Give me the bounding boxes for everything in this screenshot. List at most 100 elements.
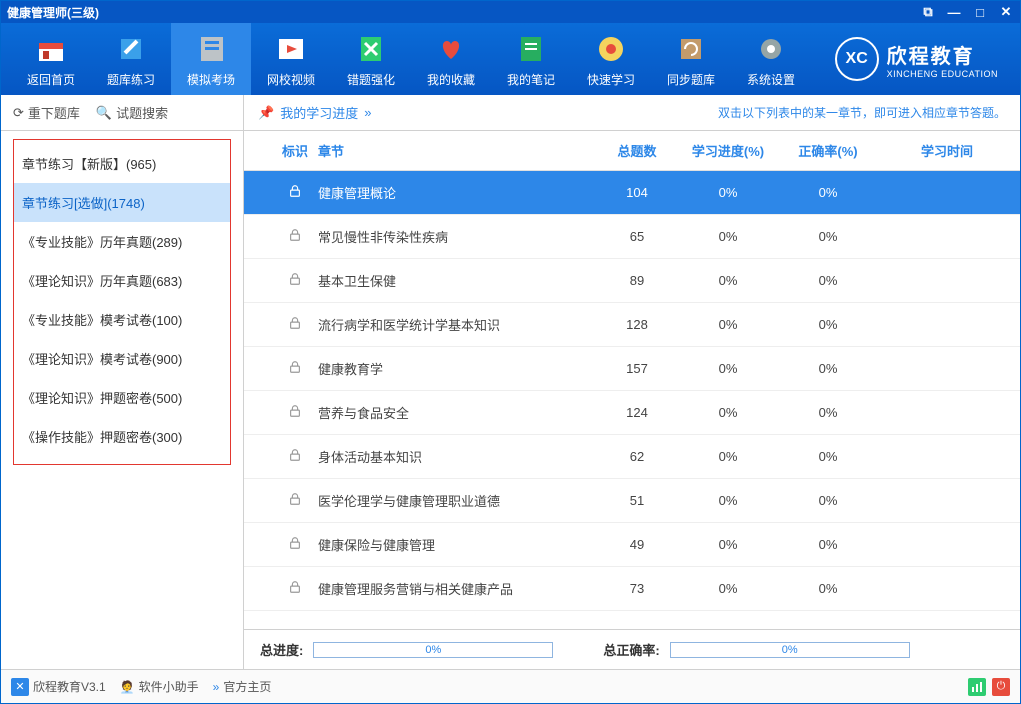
table-row[interactable]: 身体活动基本知识620%0%	[244, 435, 1020, 479]
toolbar-mock[interactable]: 模拟考场	[171, 23, 251, 95]
lock-icon	[272, 492, 318, 509]
brand-logo: XC欣程教育XINCHENG EDUCATION	[835, 37, 1010, 81]
sidebar: ⟳ 重下题库 🔍 试题搜索 章节练习【新版】(965)章节练习[选做](1748…	[1, 95, 244, 669]
table-row[interactable]: 常见慢性非传染性疾病650%0%	[244, 215, 1020, 259]
lock-icon	[272, 448, 318, 465]
minimize-button[interactable]: —	[946, 4, 962, 20]
lock-icon	[272, 404, 318, 421]
table-row[interactable]: 基本卫生保健890%0%	[244, 259, 1020, 303]
table-row[interactable]: 健康管理服务营销与相关健康产品730%0%	[244, 567, 1020, 611]
toolbar-fast[interactable]: 快速学习	[571, 23, 651, 95]
sidebar-item[interactable]: 章节练习[选做](1748)	[14, 183, 230, 222]
table-row[interactable]: 健康保险与健康管理490%0%	[244, 523, 1020, 567]
table-row[interactable]: 营养与食品安全1240%0%	[244, 391, 1020, 435]
lock-icon	[272, 316, 318, 333]
toolbar-practice[interactable]: 题库练习	[91, 23, 171, 95]
sidebar-item[interactable]: 《理论知识》押题密卷(500)	[14, 378, 230, 417]
total-cell: 49	[596, 537, 678, 552]
toolbar-fav[interactable]: 我的收藏	[411, 23, 491, 95]
search-button[interactable]: 🔍 试题搜索	[96, 103, 168, 122]
toolbar-label: 系统设置	[747, 71, 795, 88]
helper-icon: 🧑‍💼	[120, 680, 135, 694]
accuracy-cell: 0%	[778, 493, 878, 508]
refresh-icon: ⟳	[13, 105, 24, 121]
main-topbar: 📌 我的学习进度 » 双击以下列表中的某一章节，即可进入相应章节答题。	[244, 95, 1020, 131]
chapter-cell: 基本卫生保健	[318, 271, 596, 290]
accuracy-cell: 0%	[778, 581, 878, 596]
table-row[interactable]: 健康教育学1570%0%	[244, 347, 1020, 391]
col-total: 总题数	[596, 141, 678, 160]
table-row[interactable]: 医学伦理学与健康管理职业道德510%0%	[244, 479, 1020, 523]
logo-icon: XC	[835, 37, 879, 81]
total-accuracy-bar: 0%	[670, 642, 910, 658]
toolbar-home[interactable]: 返回首页	[11, 23, 91, 95]
table-row[interactable]: 流行病学和医学统计学基本知识1280%0%	[244, 303, 1020, 347]
maximize-button[interactable]: □	[972, 4, 988, 20]
breadcrumb[interactable]: 📌 我的学习进度 »	[258, 103, 371, 122]
brand-name: 欣程教育	[887, 40, 998, 69]
progress-cell: 0%	[678, 449, 778, 464]
sidebar-item[interactable]: 《操作技能》押题密卷(300)	[14, 417, 230, 456]
video-icon	[273, 31, 309, 67]
sidebar-item[interactable]: 《理论知识》模考试卷(900)	[14, 339, 230, 378]
pin-button[interactable]: ⧉	[920, 4, 936, 20]
stats-icon[interactable]	[968, 678, 986, 696]
toolbar-label: 快速学习	[587, 71, 635, 88]
close-icon: ✕	[11, 678, 29, 696]
toolbar-label: 模拟考场	[187, 71, 235, 88]
total-cell: 89	[596, 273, 678, 288]
chapter-cell: 健康教育学	[318, 359, 596, 378]
table-row[interactable]: 健康管理概论1040%0%	[244, 171, 1020, 215]
sidebar-item[interactable]: 章节练习【新版】(965)	[14, 144, 230, 183]
total-cell: 51	[596, 493, 678, 508]
sidebar-item[interactable]: 《专业技能》历年真题(289)	[14, 222, 230, 261]
chapter-cell: 身体活动基本知识	[318, 447, 596, 466]
progress-cell: 0%	[678, 229, 778, 244]
fav-icon	[433, 31, 469, 67]
power-icon[interactable]: ⏻	[992, 678, 1010, 696]
sidebar-item[interactable]: 《理论知识》历年真题(683)	[14, 261, 230, 300]
toolbar-wrong[interactable]: 错题强化	[331, 23, 411, 95]
accuracy-cell: 0%	[778, 537, 878, 552]
total-cell: 65	[596, 229, 678, 244]
chapter-cell: 健康保险与健康管理	[318, 535, 596, 554]
accuracy-cell: 0%	[778, 185, 878, 200]
toolbar-label: 我的笔记	[507, 71, 555, 88]
settings-icon	[753, 31, 789, 67]
close-button[interactable]: ✕	[998, 4, 1014, 20]
toolbar-notes[interactable]: 我的笔记	[491, 23, 571, 95]
toolbar-label: 网校视频	[267, 71, 315, 88]
toolbar-label: 同步题库	[667, 71, 715, 88]
total-cell: 157	[596, 361, 678, 376]
toolbar-video[interactable]: 网校视频	[251, 23, 331, 95]
window-title: 健康管理师(三级)	[7, 4, 920, 21]
toolbar-sync[interactable]: 同步题库	[651, 23, 731, 95]
total-cell: 104	[596, 185, 678, 200]
main-panel: 📌 我的学习进度 » 双击以下列表中的某一章节，即可进入相应章节答题。 标识 章…	[244, 95, 1020, 669]
progress-cell: 0%	[678, 537, 778, 552]
helper-link[interactable]: 🧑‍💼 软件小助手	[120, 678, 199, 695]
hint-text: 双击以下列表中的某一章节，即可进入相应章节答题。	[718, 104, 1006, 121]
total-cell: 62	[596, 449, 678, 464]
total-accuracy-label: 总正确率:	[603, 640, 659, 659]
practice-icon	[113, 31, 149, 67]
table-body[interactable]: 健康管理概论1040%0%常见慢性非传染性疾病650%0%基本卫生保健890%0…	[244, 171, 1020, 629]
chevron-right-icon: »	[364, 105, 371, 120]
toolbar-settings[interactable]: 系统设置	[731, 23, 811, 95]
window-buttons: ⧉ — □ ✕	[920, 4, 1014, 20]
chapter-cell: 常见慢性非传染性疾病	[318, 227, 596, 246]
lock-icon	[272, 228, 318, 245]
fast-icon	[593, 31, 629, 67]
sidebar-toolbar: ⟳ 重下题库 🔍 试题搜索	[1, 95, 243, 131]
official-home-link[interactable]: » 官方主页	[213, 678, 272, 695]
progress-cell: 0%	[678, 185, 778, 200]
notes-icon	[513, 31, 549, 67]
sidebar-item[interactable]: 《专业技能》模考试卷(100)	[14, 300, 230, 339]
toolbar-label: 错题强化	[347, 71, 395, 88]
progress-cell: 0%	[678, 581, 778, 596]
progress-cell: 0%	[678, 273, 778, 288]
redownload-button[interactable]: ⟳ 重下题库	[13, 103, 80, 122]
app-version[interactable]: ✕ 欣程教育V3.1	[11, 678, 106, 696]
chapter-cell: 健康管理服务营销与相关健康产品	[318, 579, 596, 598]
lock-icon	[272, 580, 318, 597]
